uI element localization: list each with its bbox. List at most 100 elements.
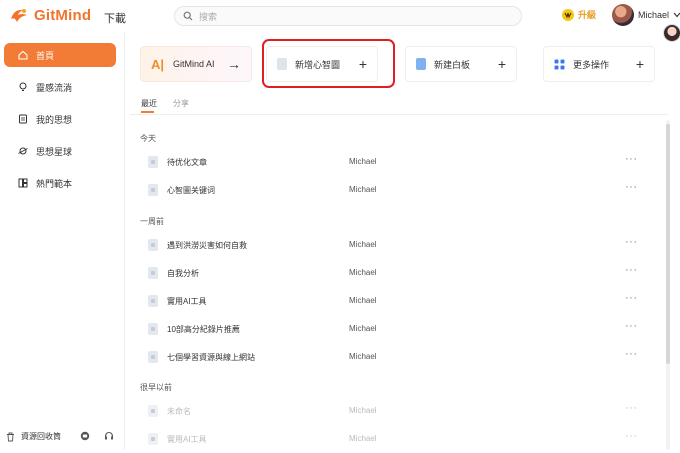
grid-icon bbox=[554, 59, 565, 69]
file-icon bbox=[148, 239, 158, 251]
gitmind-logo[interactable]: GitMind bbox=[8, 6, 91, 24]
sidebar-item-planet[interactable]: 思想星球 bbox=[4, 139, 116, 163]
scrollbar-thumb[interactable] bbox=[666, 124, 670, 364]
lightbulb-icon bbox=[19, 82, 27, 91]
file-icon bbox=[148, 405, 158, 417]
sidebar-item-inspiration[interactable]: 靈感流淌 bbox=[4, 75, 116, 99]
avatar bbox=[612, 4, 634, 26]
sidebar-item-label: 思想星球 bbox=[36, 146, 73, 157]
file-owner: Michael bbox=[349, 240, 377, 249]
ai-icon: A| bbox=[151, 56, 165, 72]
file-row[interactable]: 待优化文章 Michael ··· bbox=[140, 152, 645, 176]
search-placeholder: 搜索 bbox=[199, 11, 218, 22]
trash-label: 資源回收筒 bbox=[21, 432, 61, 441]
crown-icon bbox=[562, 8, 574, 21]
more-options-icon[interactable]: ··· bbox=[625, 292, 638, 304]
more-options-icon[interactable]: ··· bbox=[625, 402, 638, 414]
file-owner: Michael bbox=[349, 324, 377, 333]
sidebar-item-label: 熱門範本 bbox=[36, 178, 73, 189]
file-row[interactable]: 心智圖关键词 Michael ··· bbox=[140, 180, 645, 204]
more-options-icon[interactable]: ··· bbox=[625, 264, 638, 276]
template-icon bbox=[18, 178, 28, 188]
card-label: 新建白板 bbox=[434, 59, 471, 70]
whiteboard-file-icon bbox=[416, 58, 426, 70]
file-name: 未命名 bbox=[167, 407, 191, 416]
file-icon bbox=[148, 295, 158, 307]
card-label: GitMind AI bbox=[173, 59, 215, 69]
sidebar-item-templates[interactable]: 熱門範本 bbox=[4, 171, 116, 195]
trash-icon bbox=[7, 432, 14, 441]
more-options-icon[interactable]: ··· bbox=[625, 153, 638, 165]
search-icon bbox=[183, 11, 193, 21]
new-whiteboard-card[interactable]: 新建白板 + bbox=[405, 46, 517, 82]
file-owner: Michael bbox=[349, 185, 377, 194]
user-menu[interactable]: Michael bbox=[612, 4, 680, 26]
download-link[interactable]: 下載 bbox=[104, 10, 126, 26]
planet-icon bbox=[18, 147, 28, 155]
file-row[interactable]: 遇到洪澇災害如何自救 Michael ··· bbox=[140, 235, 645, 259]
gitmind-ai-card[interactable]: A| GitMind AI → bbox=[140, 46, 252, 82]
search-input[interactable]: 搜索 bbox=[174, 6, 522, 26]
tab-indicator bbox=[141, 111, 154, 113]
more-options-icon[interactable]: ··· bbox=[625, 430, 638, 442]
file-row[interactable]: 自我分析 Michael ··· bbox=[140, 263, 645, 287]
file-name: 七個學習資源與線上網站 bbox=[167, 353, 255, 362]
file-icon bbox=[148, 156, 158, 168]
sidebar-item-home[interactable]: 首頁 bbox=[4, 43, 116, 67]
plus-icon: + bbox=[497, 56, 506, 72]
highlight-box bbox=[262, 39, 395, 88]
file-name: 心智圖关键词 bbox=[167, 186, 215, 195]
headset-icon[interactable] bbox=[104, 431, 114, 441]
file-row[interactable]: 實用AI工具 Michael ··· bbox=[140, 429, 645, 453]
file-row[interactable]: 未命名 Michael ··· bbox=[140, 401, 645, 425]
file-row[interactable]: 10部高分紀錄片推薦 Michael ··· bbox=[140, 319, 645, 343]
sidebar-item-my-thoughts[interactable]: 我的思想 bbox=[4, 107, 116, 131]
trash-link[interactable]: 資源回收筒 bbox=[6, 431, 61, 442]
tab-recent[interactable]: 最近 bbox=[141, 98, 157, 109]
gitmind-logo-icon bbox=[11, 9, 27, 22]
file-icon bbox=[148, 323, 158, 335]
file-row[interactable]: 七個學習資源與線上網站 Michael ··· bbox=[140, 347, 645, 371]
divider bbox=[130, 114, 668, 115]
sidebar-item-label: 首頁 bbox=[36, 50, 55, 61]
file-name: 實用AI工具 bbox=[167, 297, 207, 306]
file-owner: Michael bbox=[349, 406, 377, 415]
more-options-icon[interactable]: ··· bbox=[625, 181, 638, 193]
user-name: Michael bbox=[638, 10, 670, 20]
file-name: 10部高分紀錄片推薦 bbox=[167, 325, 240, 334]
file-name: 遇到洪澇災害如何自救 bbox=[167, 241, 247, 250]
assistant-avatar[interactable] bbox=[663, 24, 680, 42]
section-today: 今天 bbox=[140, 134, 156, 143]
file-owner: Michael bbox=[349, 157, 377, 166]
tab-shared[interactable]: 分享 bbox=[173, 98, 189, 109]
arrow-right-icon: → bbox=[227, 56, 241, 72]
file-name: 自我分析 bbox=[167, 269, 199, 278]
more-options-icon[interactable]: ··· bbox=[625, 236, 638, 248]
file-owner: Michael bbox=[349, 296, 377, 305]
file-owner: Michael bbox=[349, 434, 377, 443]
file-icon bbox=[148, 184, 158, 196]
sidebar-item-label: 我的思想 bbox=[36, 114, 73, 125]
file-owner: Michael bbox=[349, 352, 377, 361]
brand-name: GitMind bbox=[34, 6, 92, 24]
chevron-down-icon bbox=[673, 12, 680, 18]
sidebar-item-label: 靈感流淌 bbox=[36, 82, 73, 93]
chat-icon[interactable] bbox=[80, 431, 90, 441]
file-name: 待优化文章 bbox=[167, 158, 207, 167]
upgrade-button[interactable]: 升級 bbox=[562, 8, 596, 21]
file-icon bbox=[148, 267, 158, 279]
file-icon bbox=[148, 433, 158, 445]
more-options-icon[interactable]: ··· bbox=[625, 348, 638, 360]
file-row[interactable]: 實用AI工具 Michael ··· bbox=[140, 291, 645, 315]
home-icon bbox=[18, 50, 28, 60]
sidebar: 首頁 靈感流淌 我的思想 思想星球 熱門範本 資源回收筒 bbox=[0, 32, 125, 450]
top-bar: GitMind 下載 搜索 升級 Michael bbox=[0, 0, 680, 32]
plus-icon: + bbox=[635, 56, 644, 72]
card-label: 更多操作 bbox=[573, 59, 610, 70]
section-earlier: 很早以前 bbox=[140, 383, 172, 392]
file-name: 實用AI工具 bbox=[167, 435, 207, 444]
more-actions-card[interactable]: 更多操作 + bbox=[543, 46, 655, 82]
file-icon bbox=[148, 351, 158, 363]
upgrade-label: 升級 bbox=[578, 10, 597, 20]
more-options-icon[interactable]: ··· bbox=[625, 320, 638, 332]
